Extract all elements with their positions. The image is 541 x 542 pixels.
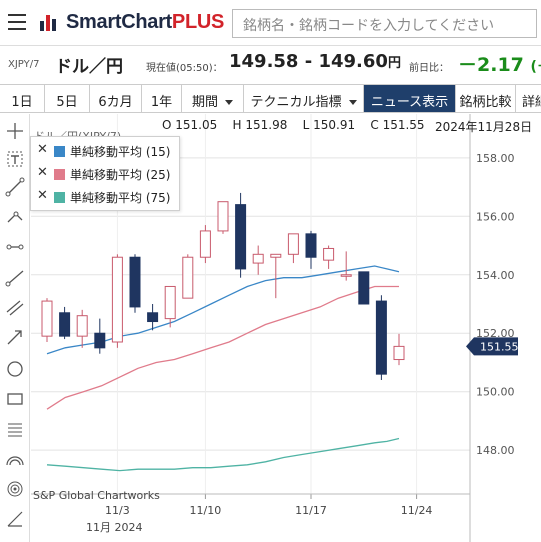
ohlc-high: H 151.98 xyxy=(232,118,288,132)
y-tick-label: 148.00 xyxy=(476,444,515,457)
chevron-down-icon xyxy=(348,100,357,105)
sma75-swatch xyxy=(54,192,65,203)
previous-change-label: 前日比： xyxy=(409,63,449,74)
candle-body[interactable] xyxy=(147,312,159,323)
indicator-legend: ✕ 単純移動平均 (15) ✕ 単純移動平均 (25) ✕ 単純移動平均 (75… xyxy=(30,136,180,211)
candle-body[interactable] xyxy=(41,300,53,337)
x-tick-label: 11/24 xyxy=(401,504,433,517)
candle-body[interactable] xyxy=(358,271,370,305)
ohlc-readout: O 151.05 H 151.98 L 150.91 C 151.55 xyxy=(162,118,425,132)
y-tick-label: 150.00 xyxy=(476,386,515,399)
x-axis-month-label: 11月 2024 xyxy=(86,521,143,534)
logo-text: SmartChartPLUS xyxy=(66,10,225,33)
smartchart-logo[interactable]: SmartChartPLUS xyxy=(38,9,224,35)
horizontal-line-icon[interactable] xyxy=(4,236,26,258)
top-bar: SmartChartPLUS 銘柄名・銘柄コードを入力してください xyxy=(0,0,541,46)
ohlc-open: O 151.05 xyxy=(162,118,218,132)
y-tick-label: 156.00 xyxy=(476,210,515,223)
drawing-toolbar xyxy=(0,114,30,542)
text-icon[interactable] xyxy=(4,148,26,170)
legend-item-sma75: ✕ 単純移動平均 (75) xyxy=(37,187,177,207)
technical-indicators-dropdown[interactable]: テクニカル指標 xyxy=(244,85,364,112)
price-change: －2.17 (－ xyxy=(458,54,541,76)
candle-body[interactable] xyxy=(340,274,352,277)
instrument-name: ドル／円 xyxy=(55,57,123,77)
arrow-icon[interactable] xyxy=(4,326,26,348)
measure-icon[interactable] xyxy=(4,508,26,530)
ray-icon[interactable] xyxy=(4,266,26,288)
candle-body[interactable] xyxy=(305,233,317,258)
candle-body[interactable] xyxy=(59,312,71,337)
remove-indicator-icon[interactable]: ✕ xyxy=(37,165,48,180)
toolbar-tabs: 1日 5日 6カ月 1年 期間 テクニカル指標 ニュース表示 銘柄比較 詳細 xyxy=(0,84,541,113)
chart-date: 2024年11月28日 xyxy=(435,120,533,134)
search-input[interactable]: 銘柄名・銘柄コードを入力してください xyxy=(232,9,537,38)
y-tick-label: 154.00 xyxy=(476,269,515,282)
current-price: 149.58 - 149.60円 xyxy=(229,51,401,72)
rectangle-icon[interactable] xyxy=(4,388,26,410)
candle-body[interactable] xyxy=(94,332,106,349)
channel-icon[interactable] xyxy=(4,296,26,318)
candle-body[interactable] xyxy=(323,247,335,261)
ohlc-close: C 151.55 xyxy=(370,118,425,132)
tab-6-months[interactable]: 6カ月 xyxy=(90,85,142,112)
legend-item-sma15: ✕ 単純移動平均 (15) xyxy=(37,141,177,161)
ohlc-low: L 150.91 xyxy=(302,118,356,132)
chart-watermark: S&P Global Chartworks xyxy=(33,489,160,502)
x-tick-label: 11/3 xyxy=(105,504,130,517)
candle-body[interactable] xyxy=(270,253,282,258)
hamburger-menu-icon[interactable] xyxy=(8,14,26,30)
chevron-down-icon xyxy=(225,100,233,105)
candle-body[interactable] xyxy=(217,201,229,232)
legend-label: 単純移動平均 (75) xyxy=(70,191,171,205)
legend-label: 単純移動平均 (15) xyxy=(70,145,171,159)
quote-bar: XJPY/7 ドル／円 現在値(05:50)： 149.58 - 149.60円… xyxy=(0,47,541,81)
logo-bars-icon xyxy=(38,11,62,33)
y-tick-label: 158.00 xyxy=(476,152,515,165)
tab-1-day[interactable]: 1日 xyxy=(0,85,45,112)
crosshair-icon[interactable] xyxy=(4,120,26,142)
line-icon[interactable] xyxy=(4,176,26,198)
candle-body[interactable] xyxy=(76,315,88,337)
candle-body[interactable] xyxy=(393,345,405,361)
trend-icon[interactable] xyxy=(4,204,26,226)
fibonacci-icon[interactable] xyxy=(4,418,26,440)
circle-icon[interactable] xyxy=(4,358,26,380)
period-dropdown[interactable]: 期間 xyxy=(182,85,244,112)
x-tick-label: 11/10 xyxy=(190,504,222,517)
spiral-icon[interactable] xyxy=(4,478,26,500)
current-price-label: 現在値(05:50)： xyxy=(146,63,223,74)
candle-body[interactable] xyxy=(199,230,211,258)
last-price-label: 151.55 xyxy=(480,340,519,353)
x-tick-label: 11/17 xyxy=(295,504,327,517)
candle-body[interactable] xyxy=(375,300,387,375)
compare-button[interactable]: 銘柄比較 xyxy=(456,85,516,112)
arc-icon[interactable] xyxy=(4,448,26,470)
candle-body[interactable] xyxy=(287,233,299,255)
tab-1-year[interactable]: 1年 xyxy=(142,85,182,112)
remove-indicator-icon[interactable]: ✕ xyxy=(37,142,48,157)
legend-label: 単純移動平均 (25) xyxy=(70,168,171,182)
candle-body[interactable] xyxy=(129,256,141,308)
news-display-button[interactable]: ニュース表示 xyxy=(364,85,456,112)
candle-body[interactable] xyxy=(164,285,176,320)
tab-5-days[interactable]: 5日 xyxy=(45,85,90,112)
remove-indicator-icon[interactable]: ✕ xyxy=(37,188,48,203)
candle-body[interactable] xyxy=(235,204,247,270)
instrument-code: XJPY/7 xyxy=(8,59,40,70)
legend-item-sma25: ✕ 単純移動平均 (25) xyxy=(37,164,177,184)
sma25-swatch xyxy=(54,169,65,180)
sma15-swatch xyxy=(54,146,65,157)
candle-body[interactable] xyxy=(182,256,194,299)
candle-body[interactable] xyxy=(252,253,264,264)
candle-body[interactable] xyxy=(111,256,123,343)
details-button[interactable]: 詳細 xyxy=(516,85,541,112)
